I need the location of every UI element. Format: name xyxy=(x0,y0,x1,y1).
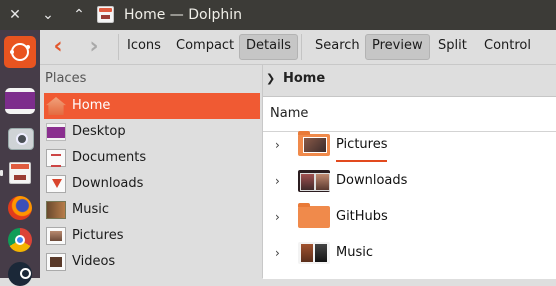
screenshot-camera-icon[interactable] xyxy=(8,128,34,150)
details-view-button[interactable]: Details xyxy=(239,34,299,60)
breadcrumb-separator-icon[interactable]: ❯ xyxy=(266,65,275,93)
breadcrumb: ❯ Home xyxy=(264,65,556,93)
title-bar: ✕ ⌄ ⌃ Home — Dolphin xyxy=(0,0,556,30)
desktop-icon xyxy=(46,123,66,141)
places-item-home[interactable]: Home xyxy=(44,93,260,119)
pictures-folder-icon xyxy=(298,131,330,156)
places-item-pictures[interactable]: Pictures xyxy=(44,223,260,249)
workspace-switcher-icon[interactable] xyxy=(5,88,35,114)
search-button[interactable]: Search xyxy=(309,34,366,58)
close-window-button[interactable]: ✕ xyxy=(7,0,23,30)
toolbar-separator xyxy=(118,34,119,60)
toolbar: ‹ › Icons Compact Details Search Preview… xyxy=(40,30,556,65)
launcher-sidebar xyxy=(0,30,40,286)
places-item-downloads[interactable]: Downloads xyxy=(44,171,260,197)
folder-icon xyxy=(298,203,330,228)
control-menu-button[interactable]: Control xyxy=(478,34,537,58)
file-name: Downloads xyxy=(336,173,408,188)
minimize-window-button[interactable]: ⌄ xyxy=(40,0,56,30)
places-item-videos[interactable]: Videos xyxy=(44,249,260,275)
chrome-icon[interactable] xyxy=(8,228,32,252)
downloads-icon xyxy=(46,175,66,193)
expand-arrow-icon[interactable]: › xyxy=(275,163,280,199)
icons-view-button[interactable]: Icons xyxy=(121,34,167,58)
split-button[interactable]: Split xyxy=(432,34,473,58)
steam-icon[interactable] xyxy=(8,262,32,286)
firefox-icon[interactable] xyxy=(8,196,32,220)
expand-arrow-icon[interactable]: › xyxy=(275,235,280,271)
places-item-desktop[interactable]: Desktop xyxy=(44,119,260,145)
running-indicator xyxy=(0,170,3,176)
file-row-music[interactable]: › Music xyxy=(263,235,556,271)
file-name: GitHubs xyxy=(336,209,388,224)
dolphin-app-icon xyxy=(97,6,114,23)
file-row-githubs[interactable]: › GitHubs xyxy=(263,199,556,235)
breadcrumb-home[interactable]: Home xyxy=(283,65,325,93)
forward-button[interactable]: › xyxy=(82,34,106,60)
expand-arrow-icon[interactable]: › xyxy=(275,199,280,235)
dolphin-icon[interactable] xyxy=(9,162,31,184)
toolbar-separator xyxy=(301,34,302,60)
file-name: Music xyxy=(336,245,373,260)
places-panel: Home Desktop Documents Downloads Music P… xyxy=(40,93,262,278)
home-icon xyxy=(46,97,66,115)
music-icon xyxy=(46,201,66,219)
downloads-folder-icon xyxy=(298,170,330,192)
maximize-window-button[interactable]: ⌃ xyxy=(71,0,87,30)
pictures-icon xyxy=(46,227,66,245)
places-heading: Places xyxy=(45,71,87,86)
expand-arrow-icon[interactable]: › xyxy=(275,127,280,163)
preview-button[interactable]: Preview xyxy=(365,34,430,60)
videos-icon xyxy=(46,253,66,271)
file-view: Name › Pictures › Downloads › GitHubs › … xyxy=(263,96,556,279)
places-item-documents[interactable]: Documents xyxy=(44,145,260,171)
documents-icon xyxy=(46,149,66,167)
places-item-music[interactable]: Music xyxy=(44,197,260,223)
window-title: Home — Dolphin xyxy=(124,7,243,23)
file-row-downloads[interactable]: › Downloads xyxy=(263,163,556,199)
compact-view-button[interactable]: Compact xyxy=(170,34,240,58)
back-button[interactable]: ‹ xyxy=(46,34,70,60)
ubuntu-logo-icon[interactable] xyxy=(4,36,36,68)
file-name: Pictures xyxy=(336,130,388,162)
music-folder-icon xyxy=(298,242,330,264)
file-row-pictures[interactable]: › Pictures xyxy=(263,127,556,163)
